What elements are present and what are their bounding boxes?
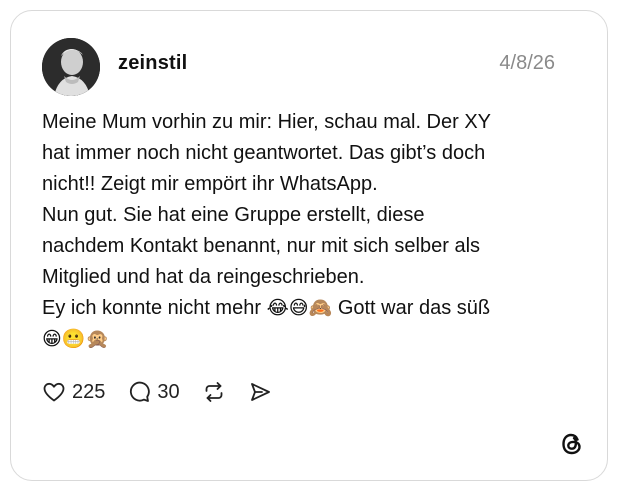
post-text-segment: Ey ich konnte nicht mehr: [42, 297, 261, 319]
post-actions: 225 30: [42, 376, 294, 408]
send-icon: [250, 383, 270, 401]
grinning-emoji: 😁: [42, 328, 62, 350]
avatar-photo-icon: [42, 38, 100, 96]
speak-no-evil-monkey-emoji: 🙊: [85, 328, 110, 350]
post-date: 4/8/26: [499, 52, 555, 74]
post-text-line: nachdem Kontakt benannt, nur mit sich se…: [42, 235, 481, 257]
reply-count: 30: [157, 380, 180, 403]
post-text-line: hat immer noch nicht geantwortet. Das gi…: [42, 142, 486, 164]
post-text-line-with-emoji: Ey ich konnte nicht mehr 😂😅🙈 Gott war da…: [42, 293, 582, 324]
like-count: 225: [72, 380, 106, 403]
grimacing-emoji: 😬: [61, 328, 86, 350]
repost-button[interactable]: [202, 380, 226, 404]
reply-button[interactable]: 30: [127, 380, 180, 404]
post-card: zeinstil 4/8/26 Meine Mum vorhin zu mir:…: [10, 10, 608, 481]
post-body: Meine Mum vorhin zu mir: Hier, schau mal…: [42, 107, 582, 355]
post-emoji-line: 😁😬🙊: [42, 324, 582, 355]
repost-icon: [205, 382, 223, 402]
tears-of-joy-emoji: 😂: [266, 297, 289, 319]
speech-bubble-icon: [130, 381, 151, 402]
post-text-line: Nun gut. Sie hat eine Gruppe erstellt, d…: [42, 204, 425, 226]
avatar[interactable]: [42, 38, 100, 96]
grinning-sweat-emoji: 😅: [288, 297, 309, 319]
post-text-line: Mitglied und hat da reingeschrieben.: [42, 266, 365, 288]
threads-logo-icon: [562, 433, 581, 455]
like-button[interactable]: 225: [42, 380, 105, 404]
threads-logo-icon[interactable]: [558, 430, 586, 458]
see-no-evil-monkey-emoji: 🙈: [308, 297, 333, 319]
share-button[interactable]: [248, 380, 272, 404]
post-text-line: Meine Mum vorhin zu mir: Hier, schau mal…: [42, 111, 492, 133]
post-text-segment: Gott war das süß: [337, 297, 491, 319]
heart-icon: [43, 382, 65, 402]
post-text-line: nicht!! Zeigt mir empört ihr WhatsApp.: [42, 173, 378, 195]
username[interactable]: zeinstil: [118, 52, 187, 75]
